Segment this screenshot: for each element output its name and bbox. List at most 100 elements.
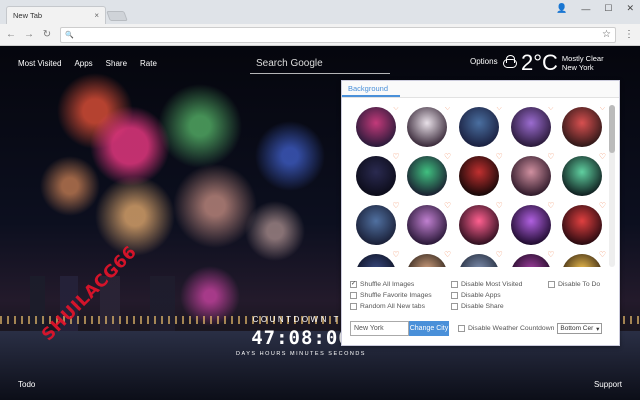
background-thumbnail[interactable]: ♡ [505, 107, 557, 147]
change-city-button[interactable]: Change City [409, 321, 449, 336]
background-thumbnail[interactable]: ♡ [505, 250, 557, 267]
heart-icon[interactable]: ♡ [496, 152, 503, 161]
checkbox[interactable] [451, 292, 458, 299]
heart-icon[interactable]: ♡ [599, 201, 606, 210]
option-checkbox[interactable]: Disable Apps [451, 292, 548, 299]
checkbox[interactable] [350, 292, 357, 299]
heart-icon[interactable]: ♡ [496, 107, 503, 112]
heart-icon[interactable]: ♡ [444, 152, 451, 161]
background-thumbnail[interactable]: ♡ [453, 250, 505, 267]
background-thumbnail[interactable]: ♡ [556, 107, 608, 147]
heart-icon[interactable]: ♡ [392, 250, 399, 259]
disable-weather-countdown[interactable]: Disable Weather Countdown [458, 325, 554, 332]
heart-icon[interactable]: ♡ [444, 201, 451, 210]
thumbnail-image[interactable] [458, 254, 499, 267]
heart-icon[interactable]: ♡ [547, 250, 554, 259]
options-link[interactable]: Options [470, 57, 498, 66]
share-link[interactable]: Share [106, 59, 127, 68]
thumbnail-image[interactable] [510, 156, 551, 196]
background-thumbnail[interactable]: ♡ [453, 107, 505, 147]
heart-icon[interactable]: ♡ [444, 107, 451, 112]
heart-icon[interactable]: ♡ [599, 250, 606, 259]
heart-icon[interactable]: ♡ [599, 152, 606, 161]
background-thumbnail[interactable]: ♡ [350, 152, 402, 196]
background-thumbnail[interactable]: ♡ [402, 107, 454, 147]
todo-link[interactable]: Todo [18, 380, 35, 389]
rate-link[interactable]: Rate [140, 59, 157, 68]
background-thumbnail[interactable]: ♡ [505, 152, 557, 196]
maximize-icon[interactable]: ☐ [604, 3, 612, 14]
background-thumbnail[interactable]: ♡ [350, 107, 402, 147]
background-thumbnail[interactable]: ♡ [402, 152, 454, 196]
background-thumbnail[interactable]: ♡ [556, 201, 608, 245]
heart-icon[interactable]: ♡ [392, 107, 399, 112]
search-box[interactable] [250, 54, 390, 74]
option-checkbox[interactable]: Random All New tabs [350, 303, 451, 310]
address-bar[interactable]: 🔍 ☆ [60, 26, 616, 43]
thumbnail-image[interactable] [407, 254, 448, 267]
thumbnail-image[interactable] [355, 205, 396, 245]
option-checkbox[interactable]: ✓ Shuffle All Images [350, 281, 451, 288]
weather-widget[interactable]: 2°C Mostly Clear New York [503, 52, 604, 74]
heart-icon[interactable]: ♡ [392, 201, 399, 210]
support-link[interactable]: Support [594, 380, 622, 389]
reload-icon[interactable]: ↻ [42, 29, 52, 40]
option-checkbox[interactable]: Shuffle Favorite Images [350, 292, 451, 299]
thumbnail-image[interactable] [510, 205, 551, 245]
menu-icon[interactable]: ⋮ [624, 29, 634, 40]
window-close-icon[interactable]: ✕ [626, 3, 634, 14]
new-tab-button[interactable] [106, 11, 128, 21]
option-checkbox[interactable]: Disable To Do [548, 281, 614, 288]
heart-icon[interactable]: ♡ [599, 107, 606, 112]
background-thumbnail[interactable]: ♡ [505, 201, 557, 245]
profile-icon[interactable]: 👤 [556, 3, 567, 14]
checkbox[interactable] [458, 325, 465, 332]
heart-icon[interactable]: ♡ [496, 250, 503, 259]
background-thumbnail[interactable]: ♡ [350, 250, 402, 267]
background-thumbnail[interactable]: ♡ [556, 152, 608, 196]
city-input[interactable] [350, 321, 409, 336]
apps-link[interactable]: Apps [74, 59, 92, 68]
background-thumbnail[interactable]: ♡ [453, 201, 505, 245]
thumbnail-image[interactable] [562, 254, 603, 267]
heart-icon[interactable]: ♡ [547, 107, 554, 112]
close-icon[interactable]: × [94, 11, 99, 20]
tab-background[interactable]: Background [342, 81, 400, 97]
heart-icon[interactable]: ♡ [444, 250, 451, 259]
search-input[interactable] [250, 54, 390, 73]
forward-icon[interactable]: → [24, 29, 34, 40]
countdown-position-select[interactable]: Bottom Cer ▾ [557, 323, 603, 334]
thumbnail-image[interactable] [355, 254, 396, 267]
star-icon[interactable]: ☆ [602, 29, 611, 40]
checkbox[interactable]: ✓ [350, 281, 357, 288]
background-thumbnail[interactable]: ♡ [556, 250, 608, 267]
checkbox[interactable] [548, 281, 555, 288]
thumbnail-image[interactable] [510, 254, 551, 267]
heart-icon[interactable]: ♡ [547, 152, 554, 161]
back-icon[interactable]: ← [6, 29, 16, 40]
heart-icon[interactable]: ♡ [496, 201, 503, 210]
option-checkbox[interactable]: Disable Most Visited [451, 281, 548, 288]
tab-new-tab[interactable]: New Tab × [6, 6, 106, 24]
thumbnail-image[interactable] [562, 156, 603, 196]
background-thumbnail[interactable]: ♡ [350, 201, 402, 245]
thumbnail-image[interactable] [407, 205, 448, 245]
checkbox[interactable] [350, 303, 357, 310]
thumbnail-image[interactable] [458, 156, 499, 196]
most-visited-link[interactable]: Most Visited [18, 59, 61, 68]
thumbnail-image[interactable] [562, 107, 603, 147]
thumbnail-image[interactable] [510, 107, 551, 147]
thumbnail-image[interactable] [407, 107, 448, 147]
checkbox[interactable] [451, 281, 458, 288]
thumbnail-image[interactable] [407, 156, 448, 196]
heart-icon[interactable]: ♡ [392, 152, 399, 161]
panel-scrollbar[interactable] [609, 105, 615, 267]
minimize-icon[interactable]: — [581, 4, 590, 14]
thumbnail-image[interactable] [458, 205, 499, 245]
heart-icon[interactable]: ♡ [547, 201, 554, 210]
thumbnail-image[interactable] [355, 156, 396, 196]
background-thumbnail[interactable]: ♡ [453, 152, 505, 196]
background-thumbnail[interactable]: ♡ [402, 201, 454, 245]
thumbnail-image[interactable] [458, 107, 499, 147]
thumbnail-image[interactable] [562, 205, 603, 245]
